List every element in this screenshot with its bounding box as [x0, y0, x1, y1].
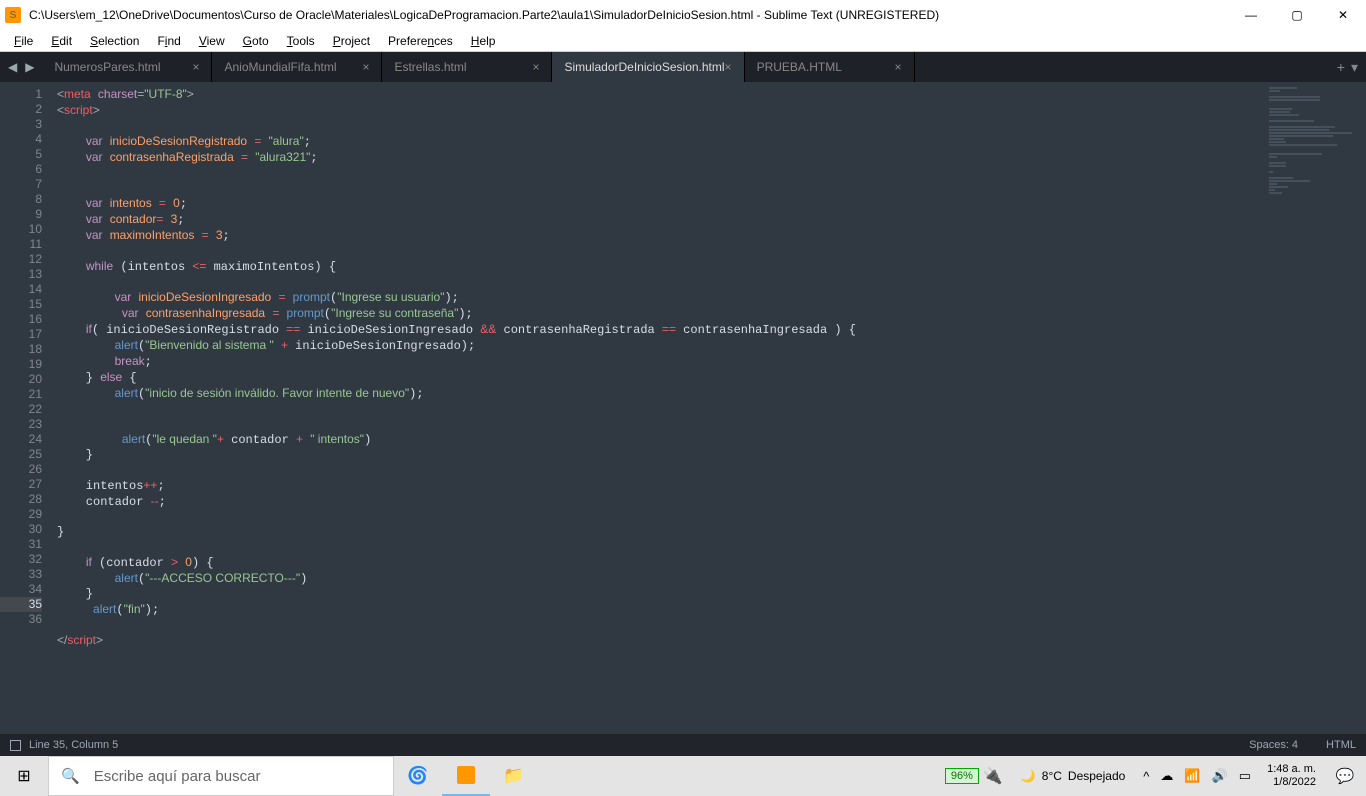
taskbar-clock[interactable]: 1:48 a. m. 1/8/2022	[1259, 763, 1324, 789]
menu-view[interactable]: View	[190, 34, 234, 48]
wifi-icon[interactable]: 📶	[1184, 768, 1200, 784]
battery-icon[interactable]: ▭	[1239, 768, 1251, 784]
status-checkbox[interactable]	[10, 740, 21, 751]
window-title: C:\Users\em_12\OneDrive\Documentos\Curso…	[29, 8, 1228, 22]
tab-SimuladorDeInicioSesion-html[interactable]: SimuladorDeInicioSesion.html×	[552, 52, 744, 82]
line-gutter: 1234567891011121314151617181920212223242…	[0, 82, 52, 734]
menu-selection[interactable]: Selection	[81, 34, 148, 48]
menu-preferences[interactable]: Preferences	[379, 34, 462, 48]
tab-close-icon[interactable]: ×	[725, 60, 732, 74]
charging-icon: 🔌	[983, 766, 1003, 786]
code-content[interactable]: <meta charset="UTF-8"> <script> var inic…	[52, 82, 1266, 734]
taskbar-explorer[interactable]: 📁	[490, 756, 538, 796]
nav-back-icon[interactable]: ◀	[6, 58, 19, 76]
menu-project[interactable]: Project	[324, 34, 379, 48]
menu-find[interactable]: Find	[148, 34, 189, 48]
menu-file[interactable]: File	[5, 34, 42, 48]
start-button[interactable]: ⊞	[0, 756, 48, 796]
onedrive-icon[interactable]: ☁	[1160, 768, 1173, 784]
syntax-status[interactable]: HTML	[1326, 739, 1356, 751]
clock-time: 1:48 a. m.	[1267, 763, 1316, 776]
nav-forward-icon[interactable]: ▶	[23, 58, 36, 76]
tab-NumerosPares-html[interactable]: NumerosPares.html×	[42, 52, 212, 82]
editor-area: 1234567891011121314151617181920212223242…	[0, 82, 1366, 734]
volume-icon[interactable]: 🔊	[1212, 768, 1228, 784]
clock-date: 1/8/2022	[1267, 776, 1316, 789]
tab-close-icon[interactable]: ×	[532, 60, 539, 74]
close-button[interactable]: ✕	[1320, 0, 1366, 30]
tab-close-icon[interactable]: ×	[362, 60, 369, 74]
minimize-button[interactable]: —	[1228, 0, 1274, 30]
menu-goto[interactable]: Goto	[234, 34, 278, 48]
tab-bar: ◀ ▶ NumerosPares.html×AnioMundialFifa.ht…	[0, 52, 1366, 82]
menu-tools[interactable]: Tools	[278, 34, 324, 48]
indentation-status[interactable]: Spaces: 4	[1249, 739, 1298, 751]
search-icon: 🔍	[61, 767, 80, 785]
moon-icon: 🌙	[1021, 769, 1036, 783]
new-tab-icon[interactable]: +	[1337, 59, 1345, 75]
tab-close-icon[interactable]: ×	[192, 60, 199, 74]
menu-edit[interactable]: Edit	[42, 34, 81, 48]
taskbar-search[interactable]: 🔍 Escribe aquí para buscar	[48, 756, 394, 796]
menu-bar: File Edit Selection Find View Goto Tools…	[0, 30, 1366, 52]
menu-help[interactable]: Help	[462, 34, 505, 48]
minimap[interactable]	[1266, 82, 1366, 734]
taskbar-sublime[interactable]	[442, 756, 490, 796]
windows-taskbar: ⊞ 🔍 Escribe aquí para buscar 🌀 📁 96% 🔌 🌙…	[0, 756, 1366, 796]
weather-desc: Despejado	[1068, 769, 1125, 783]
maximize-button[interactable]: ▢	[1274, 0, 1320, 30]
tab-Estrellas-html[interactable]: Estrellas.html×	[382, 52, 552, 82]
tab-close-icon[interactable]: ×	[895, 60, 902, 74]
tab-PRUEBA-HTML[interactable]: PRUEBA.HTML×	[745, 52, 915, 82]
app-icon: S	[5, 7, 21, 23]
status-bar: Line 35, Column 5 Spaces: 4 HTML	[0, 734, 1366, 756]
battery-level[interactable]: 96%	[945, 768, 979, 784]
taskbar-app-1[interactable]: 🌀	[394, 756, 442, 796]
search-placeholder: Escribe aquí para buscar	[94, 768, 261, 785]
tray-chevron-icon[interactable]: ^	[1143, 769, 1149, 784]
notifications-button[interactable]: 💬	[1324, 756, 1366, 796]
weather-widget[interactable]: 🌙 8°C Despejado	[1011, 769, 1135, 783]
weather-temp: 8°C	[1042, 769, 1062, 783]
tab-menu-icon[interactable]: ▾	[1351, 59, 1358, 76]
tab-AnioMundialFifa-html[interactable]: AnioMundialFifa.html×	[212, 52, 382, 82]
title-bar: S C:\Users\em_12\OneDrive\Documentos\Cur…	[0, 0, 1366, 30]
cursor-position: Line 35, Column 5	[29, 739, 118, 751]
